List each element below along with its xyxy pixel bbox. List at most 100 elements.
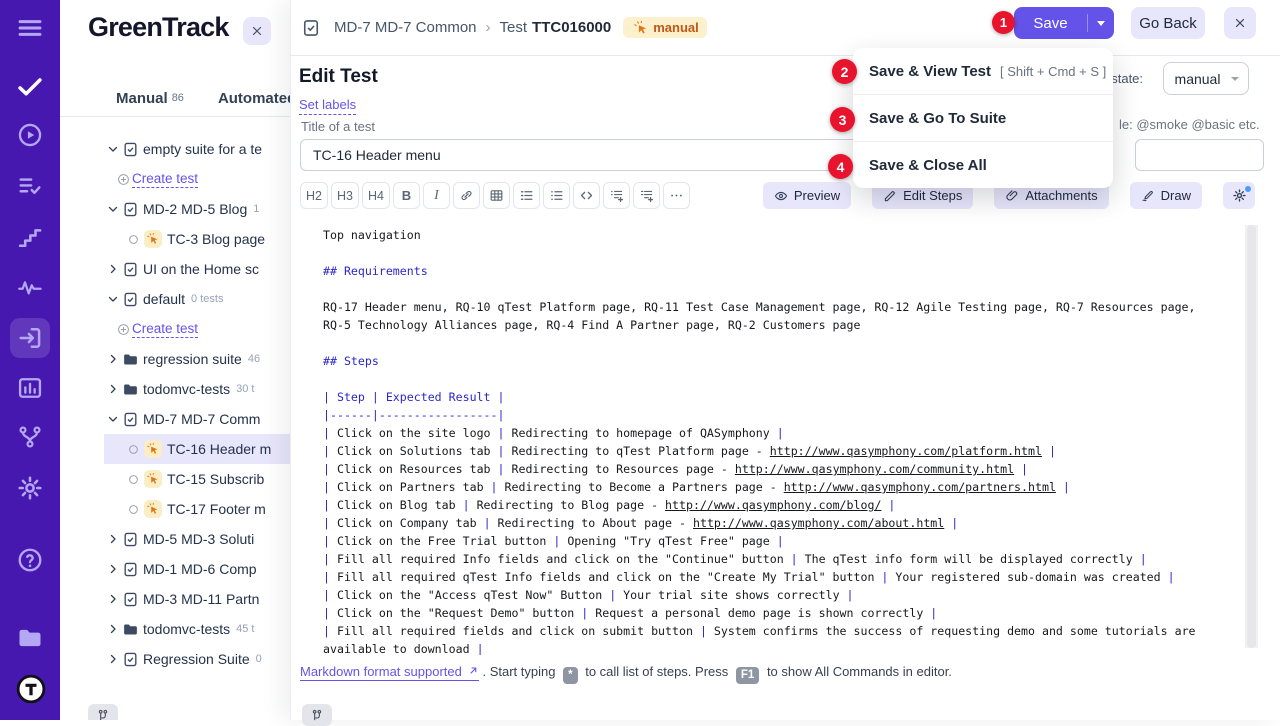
play-circle-icon[interactable] xyxy=(16,121,44,149)
go-back-button[interactable]: Go Back xyxy=(1131,7,1205,39)
cursor-click-icon xyxy=(144,440,162,458)
cursor-click-icon xyxy=(147,473,159,485)
format-h4-button[interactable]: H4 xyxy=(362,182,390,209)
circle-icon xyxy=(128,234,139,245)
plus-circle-icon xyxy=(117,323,130,336)
format-i-button[interactable]: I xyxy=(423,182,450,209)
format-h2-button[interactable]: H2 xyxy=(300,182,328,209)
breadcrumb-test-id: TTC016000 xyxy=(532,19,611,36)
cursor-click-icon xyxy=(144,470,162,488)
save-menu-item[interactable]: Save & Close All xyxy=(853,142,1113,188)
dots-icon[interactable] xyxy=(663,182,690,209)
help-icon[interactable] xyxy=(16,546,44,574)
table-icon[interactable] xyxy=(483,182,510,209)
editor-line: | Fill all required fields and click on … xyxy=(323,622,1246,640)
save-dropdown-caret[interactable] xyxy=(1088,21,1114,26)
sign-in-icon[interactable] xyxy=(16,324,44,352)
branch-icon[interactable] xyxy=(16,423,44,451)
draw-icon xyxy=(1141,189,1155,203)
folder-icon xyxy=(122,381,139,398)
f1-key: F1 xyxy=(736,667,759,684)
tree-item[interactable]: Regression Suite0 xyxy=(60,644,290,674)
branch-badge[interactable] xyxy=(88,704,118,720)
collapse-panel-button[interactable] xyxy=(243,17,271,45)
tree-item[interactable]: default0 tests xyxy=(60,284,290,314)
tree-item-label: MD-2 MD-5 Blog xyxy=(143,201,247,217)
tree-item[interactable]: empty suite for a te xyxy=(60,134,290,164)
breadcrumb-separator: › xyxy=(486,19,491,36)
check-icon[interactable] xyxy=(16,73,44,101)
editor-line: | Fill all required Info fields and clic… xyxy=(323,550,1246,568)
tree-item[interactable]: MD-1 MD-6 Comp xyxy=(60,554,290,584)
tree-item-test[interactable]: TC-16 Header m xyxy=(60,434,290,464)
brand-logo-icon[interactable] xyxy=(16,674,46,704)
link-icon[interactable] xyxy=(453,182,480,209)
create-test-link[interactable]: Create test xyxy=(60,164,290,194)
app-logo: GreenTrack xyxy=(88,12,229,43)
tab-automated[interactable]: Automated xyxy=(218,90,290,107)
suites-tree: empty suite for a teCreate testMD-2 MD-5… xyxy=(60,134,290,674)
set-labels-link[interactable]: Set labels xyxy=(299,97,356,115)
tutorial-badge-4: 4 xyxy=(828,154,853,179)
tree-item[interactable]: MD-5 MD-3 Soluti xyxy=(60,524,290,554)
tree-item-test[interactable]: TC-15 Subscrib xyxy=(60,464,290,494)
tree-item-test[interactable]: TC-3 Blog page xyxy=(60,224,290,254)
add-bullet-list-icon[interactable] xyxy=(603,182,630,209)
editor-settings-button[interactable] xyxy=(1223,182,1255,209)
tree-item[interactable]: MD-2 MD-5 Blog 1 xyxy=(60,194,290,224)
tree-item[interactable]: MD-7 MD-7 Comm xyxy=(60,404,290,434)
ordered-list-icon xyxy=(519,188,534,203)
save-menu-item[interactable]: Save & Go To Suite xyxy=(853,95,1113,141)
chevron-right-icon xyxy=(107,353,119,365)
draw-button[interactable]: Draw xyxy=(1130,182,1202,209)
footer-text: to show All Commands in editor. xyxy=(767,664,952,679)
tree-item-label: TC-17 Footer m xyxy=(167,501,266,517)
pulse-icon[interactable] xyxy=(16,273,44,301)
page-title: Edit Test xyxy=(299,66,378,88)
cursor-click-icon xyxy=(144,230,162,248)
branch-badge[interactable] xyxy=(302,704,332,726)
editor-scrollbar[interactable] xyxy=(1245,225,1258,648)
dots-icon xyxy=(669,188,684,203)
doc-check-icon xyxy=(122,261,139,278)
markdown-help-link[interactable]: Markdown format supported xyxy=(300,664,479,681)
breadcrumb-suite[interactable]: MD-7 MD-7 Common xyxy=(334,19,477,36)
list-check-icon[interactable] xyxy=(16,172,44,200)
cursor-click-icon xyxy=(147,233,159,245)
preview-button[interactable]: Preview xyxy=(763,182,851,209)
close-dialog-button[interactable] xyxy=(1224,7,1256,39)
external-link-icon xyxy=(467,665,479,677)
menu-icon[interactable] xyxy=(16,14,44,42)
code-icon[interactable] xyxy=(573,182,600,209)
tags-input[interactable] xyxy=(1135,139,1264,171)
tree-item[interactable]: todomvc-tests45 t xyxy=(60,614,290,644)
markdown-editor[interactable]: Top navigation## RequirementsRQ-17 Heade… xyxy=(301,226,1246,655)
steps-icon[interactable] xyxy=(16,223,44,251)
folder-icon[interactable] xyxy=(16,624,44,652)
format-h3-button[interactable]: H3 xyxy=(331,182,359,209)
tree-item[interactable]: MD-3 MD-11 Partn xyxy=(60,584,290,614)
state-select[interactable]: manual xyxy=(1163,62,1249,95)
editor-line: ## Requirements xyxy=(323,262,1246,280)
tree-item-count: 1 xyxy=(253,203,259,215)
editor-line: RQ-5 Technology Alliances page, RQ-4 Fin… xyxy=(323,316,1246,334)
bullet-list-icon[interactable] xyxy=(543,182,570,209)
tree-item-label: TC-15 Subscrib xyxy=(167,471,264,487)
tree-item-test[interactable]: TC-17 Footer m xyxy=(60,494,290,524)
tree-item-count: 30 t xyxy=(236,383,254,395)
save-menu-item[interactable]: Save & View Test[ Shift + Cmd + S ] xyxy=(853,48,1113,94)
tree-item[interactable]: UI on the Home sc xyxy=(60,254,290,284)
tree-item[interactable]: todomvc-tests30 t xyxy=(60,374,290,404)
save-button[interactable]: Save xyxy=(1014,7,1114,39)
tab-manual[interactable]: Manual86 xyxy=(116,90,184,107)
add-ordered-list-icon[interactable] xyxy=(633,182,660,209)
create-test-link[interactable]: Create test xyxy=(60,314,290,344)
tree-item[interactable]: regression suite46 xyxy=(60,344,290,374)
format-b-button[interactable]: B xyxy=(393,182,420,209)
asterisk-key: * xyxy=(563,667,577,684)
ordered-list-icon[interactable] xyxy=(513,182,540,209)
bar-chart-icon[interactable] xyxy=(16,374,44,402)
chevron-right-icon xyxy=(107,263,119,275)
gear-icon[interactable] xyxy=(16,474,44,502)
editor-line xyxy=(323,370,1246,388)
